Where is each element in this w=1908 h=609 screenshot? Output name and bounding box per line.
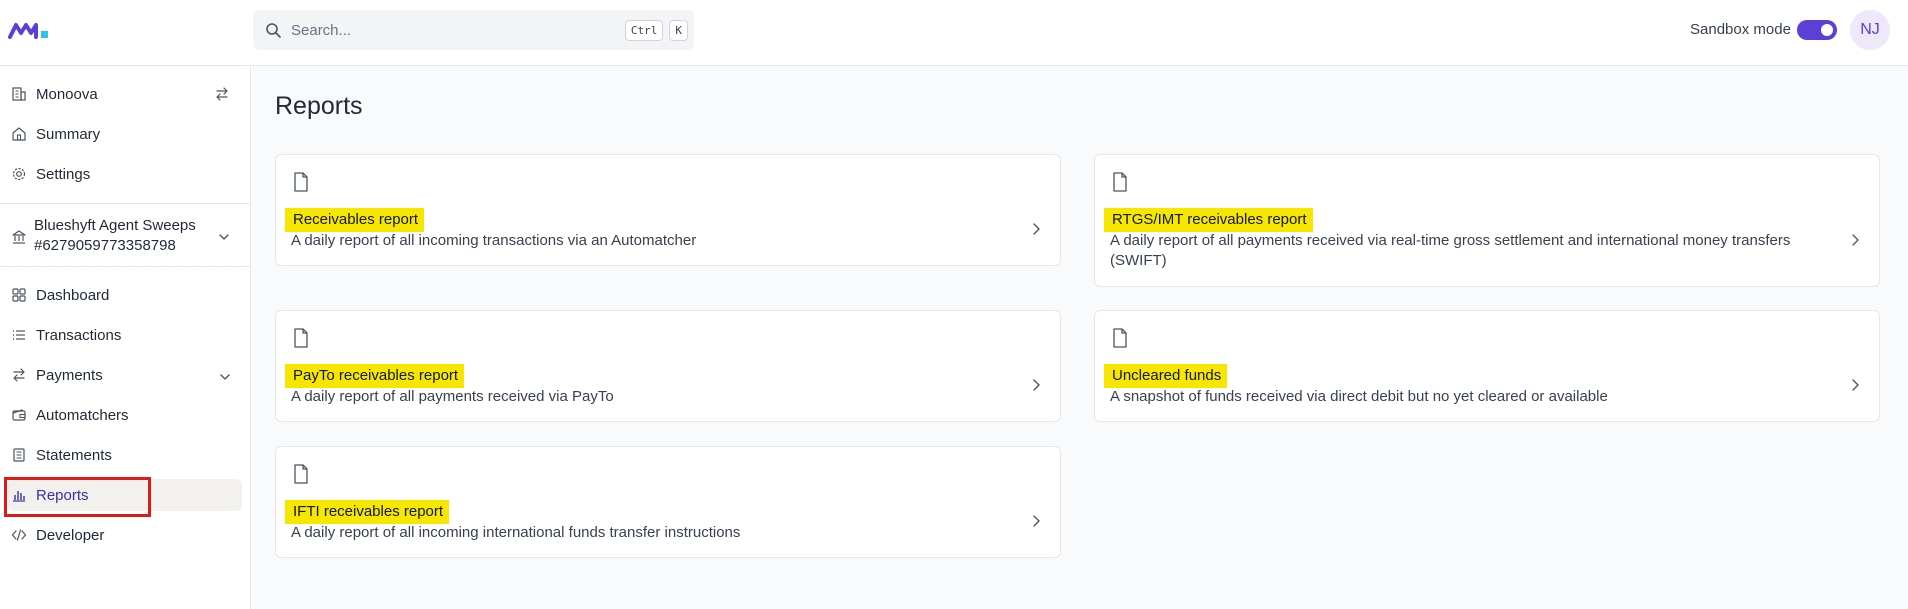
chevron-right-icon [1033,379,1040,391]
monoova-logo[interactable] [8,20,52,40]
report-title-text: PayTo receivables report [285,364,465,388]
sidebar-item-label: Automatchers [36,406,129,424]
code-icon [11,529,27,541]
document-icon [1113,328,1127,348]
chevron-right-icon [1033,515,1040,527]
top-header: Search... Ctrl K Sandbox mode NJ [0,0,1908,66]
document-icon [294,172,308,192]
sidebar-divider [0,203,251,204]
annotation-highlight-box [4,477,151,517]
sidebar-item-label: Monoova [36,85,98,103]
list-icon [13,330,25,340]
shortcut-k-key: K [669,19,688,41]
sidebar-item-statements[interactable]: Statements [8,439,242,471]
document-icon [294,328,308,348]
report-title-text: IFTI receivables report [285,500,450,524]
report-title: PayTo receivables report [285,364,465,388]
building-icon [12,87,26,101]
document-icon [294,464,308,484]
sidebar-item-label: Developer [36,526,105,544]
chevron-down-icon[interactable] [218,370,232,384]
report-card-ifti[interactable]: IFTI receivables report A daily report o… [275,446,1061,558]
report-description: A daily report of all incoming transacti… [291,232,697,249]
sidebar-item-transactions[interactable]: Transactions [8,319,242,351]
switch-org-icon[interactable] [214,86,230,107]
chevron-right-icon [1033,223,1040,235]
account-name: Blueshyft Agent Sweeps [34,217,196,234]
sidebar-item-settings[interactable]: Settings [8,158,242,190]
report-title: RTGS/IMT receivables report [1104,208,1313,232]
sidebar-item-summary[interactable]: Summary [8,118,242,150]
report-title-text: Receivables report [285,208,425,232]
report-title: IFTI receivables report [285,500,450,524]
main-content: Reports Receivables report A daily repor… [252,66,1908,609]
chevron-right-icon [1852,379,1859,391]
search-placeholder: Search... [291,21,352,39]
statement-icon [13,448,25,462]
transfer-arrows-icon [13,368,25,382]
toggle-knob [1821,24,1833,36]
document-icon [1113,172,1127,192]
search-icon [266,23,281,38]
sidebar-item-label: Summary [36,125,101,143]
report-title-text: Uncleared funds [1104,364,1228,388]
report-card-uncleared-funds[interactable]: Uncleared funds A snapshot of funds rece… [1094,310,1880,422]
shortcut-ctrl-key: Ctrl [624,19,664,41]
report-title: Uncleared funds [1104,364,1228,388]
report-description: A daily report of all payments received … [291,388,614,405]
sidebar-item-org[interactable]: Monoova [8,78,242,110]
account-number: #6279059773358798 [34,237,176,254]
wallet-icon [12,409,26,421]
dashboard-grid-icon [12,288,26,302]
sidebar: Monoova Summary Settings Blueshyft Agent… [0,66,251,609]
report-title-text: RTGS/IMT receivables report [1104,208,1313,232]
page-title: Reports [275,92,363,120]
report-card-receivables[interactable]: Receivables report A daily report of all… [275,154,1061,266]
report-description: A snapshot of funds received via direct … [1110,388,1608,405]
sidebar-item-label: Statements [36,446,112,464]
search-bar[interactable]: Search... Ctrl K [253,10,694,50]
sidebar-item-automatchers[interactable]: Automatchers [8,399,242,431]
report-description: A daily report of all payments received … [1110,232,1791,269]
sidebar-item-payments[interactable]: Payments [8,359,242,391]
report-card-rtgs-imt[interactable]: RTGS/IMT receivables report A daily repo… [1094,154,1880,287]
sidebar-item-label: Transactions [36,326,122,344]
report-title: Receivables report [285,208,425,232]
sandbox-mode-label: Sandbox mode [1690,21,1791,38]
gear-icon [12,167,26,181]
home-icon [12,127,26,141]
chevron-right-icon [1852,234,1859,246]
sidebar-item-label: Payments [36,366,103,384]
chevron-down-icon [219,234,229,240]
account-selector[interactable]: Blueshyft Agent Sweeps #6279059773358798 [11,217,241,257]
report-card-payto[interactable]: PayTo receivables report A daily report … [275,310,1061,422]
sidebar-item-dashboard[interactable]: Dashboard [8,279,242,311]
bank-icon [12,230,26,244]
sidebar-divider [0,266,251,267]
sandbox-mode-toggle[interactable] [1797,20,1837,40]
sidebar-item-label: Settings [36,165,91,183]
sidebar-item-label: Dashboard [36,286,110,304]
user-avatar[interactable]: NJ [1850,10,1890,50]
sidebar-item-developer[interactable]: Developer [8,519,242,551]
report-description: A daily report of all incoming internati… [291,524,741,541]
